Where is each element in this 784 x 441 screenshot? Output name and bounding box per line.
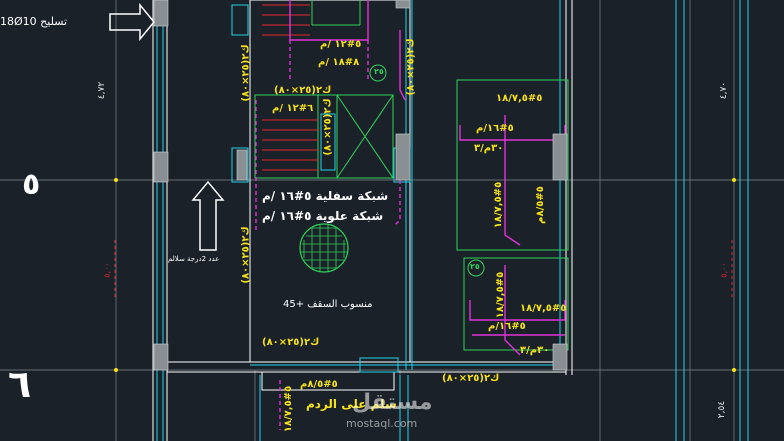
slab-mesh-top: شبكة علوية ٥#١٦ /م xyxy=(262,209,384,223)
beam-k2-right: ك٢(٢٥×٨٠) xyxy=(405,38,417,96)
tags xyxy=(369,64,485,277)
cad-canvas[interactable]: 18Ø10 تسليح ٥ ٦ ٤,٧٢ ٤,٧٠ ٢,٥٤ ٥,٠٠ ٥,٠٠… xyxy=(0,0,784,441)
bar-5-16-m-b: ٥#١٦/م xyxy=(488,321,526,332)
bar-5-18-v-b: ٥#١٨/٧,٥ xyxy=(495,271,507,319)
bar-3-30: ٣٠م/٣ xyxy=(474,143,504,154)
axis-dots xyxy=(114,178,736,372)
beam-k2-top: ك٢(٢٥×٨٠) xyxy=(274,85,332,96)
beam-k2-bottom-right: ك٢(٢٥×٨٠) xyxy=(442,373,500,384)
axis-label-5: ٥ xyxy=(22,167,41,202)
grid-lines xyxy=(0,0,784,441)
bar-6-12: ٦#١٢ /م xyxy=(272,103,314,114)
axis-label-6: ٦ xyxy=(8,362,32,406)
beam-k2-bottom: ك٢(٢٥×٨٠) xyxy=(262,337,320,348)
dim-left: ٤,٧٢ xyxy=(97,81,108,100)
dim-bottom-right: ٢,٥٤ xyxy=(717,400,728,419)
bar-5-18-75: ٥#١٨/٧,٥ xyxy=(496,93,543,104)
bar-5-8-5: ٥#٨/٥م xyxy=(534,186,546,224)
bar-5-18-75-b: ٥#١٨/٧,٥ xyxy=(520,303,567,314)
bar-5-18-v: ٥#١٨/٧,٥ xyxy=(493,181,505,229)
circle-tag-25: ٢٥ xyxy=(374,67,384,76)
bar-8-18: ٨#١٨ /م xyxy=(318,57,360,68)
beam-k2-left-b: ك٢(٢٥×٨٠) xyxy=(240,226,252,284)
bar-5-8-bottom: ٥#٨/٥م xyxy=(300,379,338,390)
top-label: 18Ø10 تسليح xyxy=(0,15,68,28)
bar-5-16-m: ٥#١٦/م xyxy=(476,123,514,134)
beam-k2-left: ك٢(٢٥×٨٠) xyxy=(240,44,252,102)
slab-mesh-bottom: شبكة سفلية ٥#١٦ /م xyxy=(262,189,389,203)
bar-5-18-bottom: ٥#١٨/٧,٥ xyxy=(283,385,295,433)
dim-right: ٤,٧٠ xyxy=(719,81,730,100)
circle-tag-25-b: ٢٥ xyxy=(470,262,480,271)
bar-5-12: ٥#١٢ /م xyxy=(320,39,362,50)
red-dim-left: ٥,٠٠ xyxy=(102,262,112,278)
arrow-note: عدد 2درجة سلالم xyxy=(168,255,220,263)
level-label: منسوب السقف +45 xyxy=(283,299,373,310)
beam-k2-stair: ك٢(٢٥×٨٠) xyxy=(322,98,334,156)
opening-circle xyxy=(299,223,349,273)
bar-3-30-b: ٣٠م/٣ xyxy=(520,345,550,356)
drawing-svg xyxy=(0,0,784,441)
red-dim-right: ٥,٠٠ xyxy=(719,262,729,278)
watermark-url: mostaql.com xyxy=(346,417,418,430)
watermark-brand: مستقل xyxy=(352,390,433,415)
